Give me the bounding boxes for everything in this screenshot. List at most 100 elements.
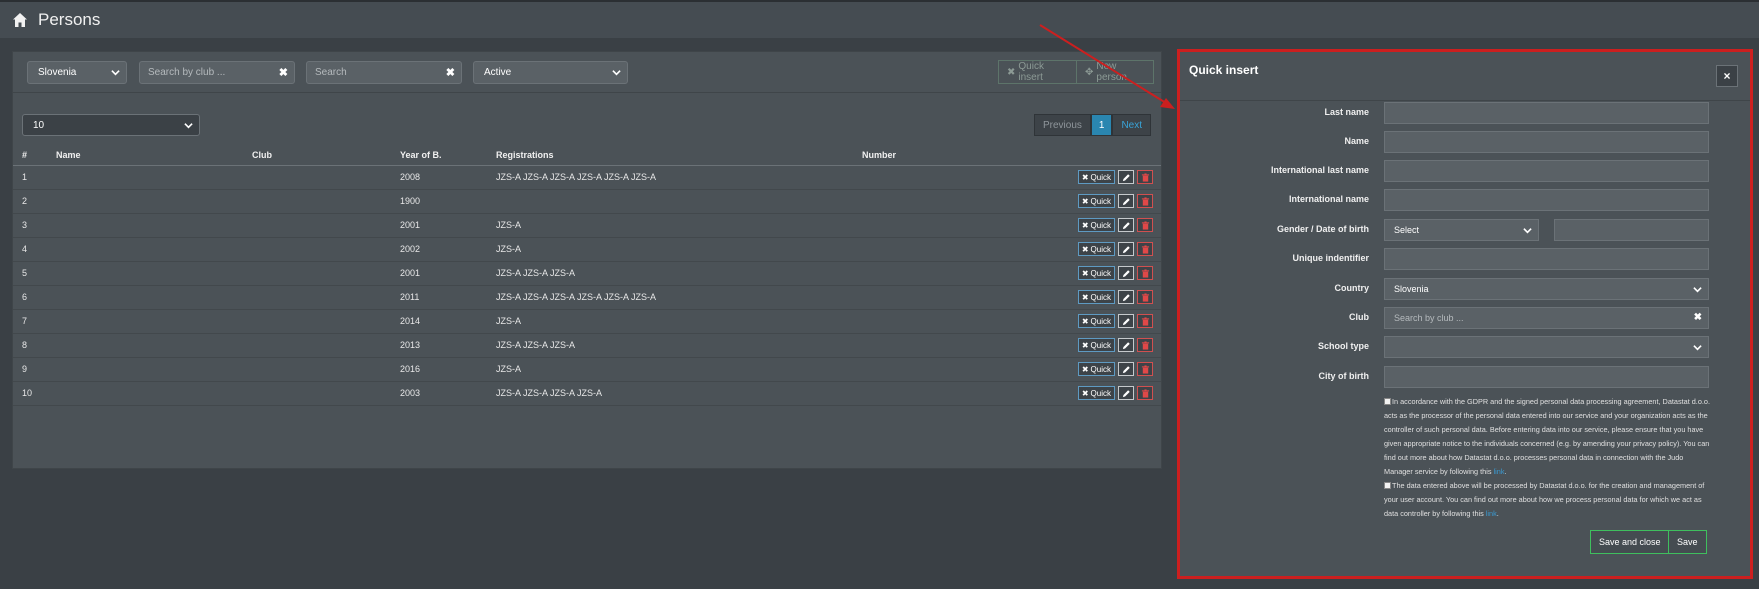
last-name-input[interactable] (1384, 102, 1709, 124)
close-button[interactable]: × (1716, 65, 1738, 87)
unique-id-input[interactable] (1384, 248, 1709, 270)
column-header[interactable]: Number (853, 145, 1013, 166)
table-row[interactable]: 3 2001 JZS-A ✖ Quick (13, 213, 1161, 238)
clear-icon[interactable]: ✖ (446, 66, 455, 79)
page-size-select[interactable]: 10 (22, 114, 200, 136)
quick-edit-button[interactable]: ✖ Quick (1077, 314, 1115, 328)
delete-button[interactable] (1137, 194, 1153, 208)
delete-button[interactable] (1137, 290, 1153, 304)
delete-button[interactable] (1137, 386, 1153, 400)
registrations: JZS-A (487, 237, 853, 262)
gdpr-link[interactable]: link (1494, 467, 1505, 476)
new-person-button[interactable]: ✥ New person (1076, 60, 1154, 84)
table-row[interactable]: 2 1900 ✖ Quick (13, 189, 1161, 214)
edit-button[interactable] (1118, 362, 1134, 376)
column-header[interactable]: Year of B. (391, 145, 487, 166)
person-name-link[interactable] (47, 285, 243, 310)
intl-last-name-input[interactable] (1384, 160, 1709, 182)
name-input[interactable] (1384, 131, 1709, 153)
quick-insert-button[interactable]: ✖ Quick insert (998, 60, 1077, 84)
country-select[interactable]: Slovenia (27, 61, 127, 84)
account-checkbox[interactable] (1384, 482, 1391, 489)
table-row[interactable]: 10 2003 JZS-A JZS-A JZS-A JZS-A ✖ Quick (13, 381, 1161, 406)
column-header[interactable]: Name (47, 145, 243, 166)
table-row[interactable]: 5 2001 JZS-A JZS-A JZS-A ✖ Quick (13, 261, 1161, 286)
current-page-button[interactable]: 1 (1090, 114, 1113, 136)
edit-button[interactable] (1118, 266, 1134, 280)
delete-button[interactable] (1137, 314, 1153, 328)
club-search-input[interactable]: Search by club ... ✖ (1384, 307, 1709, 329)
clear-icon[interactable]: ✖ (1694, 312, 1702, 323)
quick-edit-button[interactable]: ✖ Quick (1077, 362, 1115, 376)
column-header[interactable]: Registrations (487, 145, 853, 166)
delete-button[interactable] (1137, 218, 1153, 232)
school-type-select[interactable] (1384, 336, 1709, 358)
close-icon: ✖ (1081, 340, 1089, 350)
row-number: 6 (13, 285, 47, 310)
number-cell (853, 309, 1013, 334)
search-input[interactable]: Search ✖ (306, 61, 462, 84)
quick-edit-button[interactable]: ✖ Quick (1077, 170, 1115, 184)
save-button[interactable]: Save (1668, 530, 1707, 554)
city-of-birth-input[interactable] (1384, 366, 1709, 388)
save-and-close-button[interactable]: Save and close (1590, 530, 1670, 554)
edit-button[interactable] (1118, 386, 1134, 400)
quick-edit-button[interactable]: ✖ Quick (1077, 242, 1115, 256)
quick-edit-button[interactable]: ✖ Quick (1077, 386, 1115, 400)
person-name-link[interactable] (47, 381, 243, 406)
delete-button[interactable] (1137, 338, 1153, 352)
person-name-link[interactable] (47, 333, 243, 358)
status-select[interactable]: Active (473, 61, 628, 84)
edit-button[interactable] (1118, 314, 1134, 328)
table-row[interactable]: 4 2002 JZS-A ✖ Quick (13, 237, 1161, 262)
date-of-birth-input[interactable] (1554, 219, 1709, 241)
quick-edit-button[interactable]: ✖ Quick (1077, 194, 1115, 208)
edit-button[interactable] (1118, 290, 1134, 304)
table-row[interactable]: 6 2011 JZS-A JZS-A JZS-A JZS-A JZS-A JZS-A… (13, 285, 1161, 310)
edit-button[interactable] (1118, 218, 1134, 232)
delete-button[interactable] (1137, 170, 1153, 184)
quick-edit-button[interactable]: ✖ Quick (1077, 266, 1115, 280)
gdpr-checkbox[interactable] (1384, 398, 1391, 405)
next-page-button[interactable]: Next (1112, 114, 1151, 136)
row-actions: ✖ Quick (1013, 189, 1161, 214)
row-actions: ✖ Quick (1013, 213, 1161, 238)
table-row[interactable]: 8 2013 JZS-A JZS-A JZS-A ✖ Quick (13, 333, 1161, 358)
person-name-link[interactable] (47, 237, 243, 262)
previous-page-button[interactable]: Previous (1033, 114, 1091, 136)
person-name-link[interactable] (47, 165, 243, 190)
edit-button[interactable] (1118, 338, 1134, 352)
delete-button[interactable] (1137, 242, 1153, 256)
status-select-value: Active (484, 67, 512, 78)
column-header[interactable]: Club (243, 145, 391, 166)
person-name-link[interactable] (47, 213, 243, 238)
quick-edit-button[interactable]: ✖ Quick (1077, 290, 1115, 304)
person-name-link[interactable] (47, 309, 243, 334)
clear-icon[interactable]: ✖ (279, 66, 288, 79)
edit-button[interactable] (1118, 170, 1134, 184)
table-row[interactable]: 1 2008 JZS-A JZS-A JZS-A JZS-A JZS-A JZS-A… (13, 165, 1161, 190)
table-row[interactable]: 7 2014 JZS-A ✖ Quick (13, 309, 1161, 334)
gender-dob-row: Gender / Date of birth Select (1180, 219, 1750, 241)
pencil-icon (1122, 173, 1130, 181)
account-link[interactable]: link (1486, 509, 1497, 518)
quick-edit-button[interactable]: ✖ Quick (1077, 338, 1115, 352)
home-icon[interactable] (12, 12, 28, 28)
intl-name-input[interactable] (1384, 189, 1709, 211)
number-cell (853, 189, 1013, 214)
column-header[interactable]: # (13, 145, 47, 166)
edit-button[interactable] (1118, 194, 1134, 208)
person-name-link[interactable] (47, 357, 243, 382)
club-search-input[interactable]: Search by club ... ✖ (139, 61, 295, 84)
person-name-link[interactable] (47, 261, 243, 286)
close-icon: ✖ (1081, 364, 1089, 374)
quick-edit-button[interactable]: ✖ Quick (1077, 218, 1115, 232)
country-select[interactable]: Slovenia (1384, 278, 1709, 300)
delete-button[interactable] (1137, 266, 1153, 280)
table-row[interactable]: 9 2016 JZS-A ✖ Quick (13, 357, 1161, 382)
delete-button[interactable] (1137, 362, 1153, 376)
edit-button[interactable] (1118, 242, 1134, 256)
club-cell (243, 189, 391, 214)
gender-select[interactable]: Select (1384, 219, 1539, 241)
person-name-link[interactable] (47, 189, 243, 214)
